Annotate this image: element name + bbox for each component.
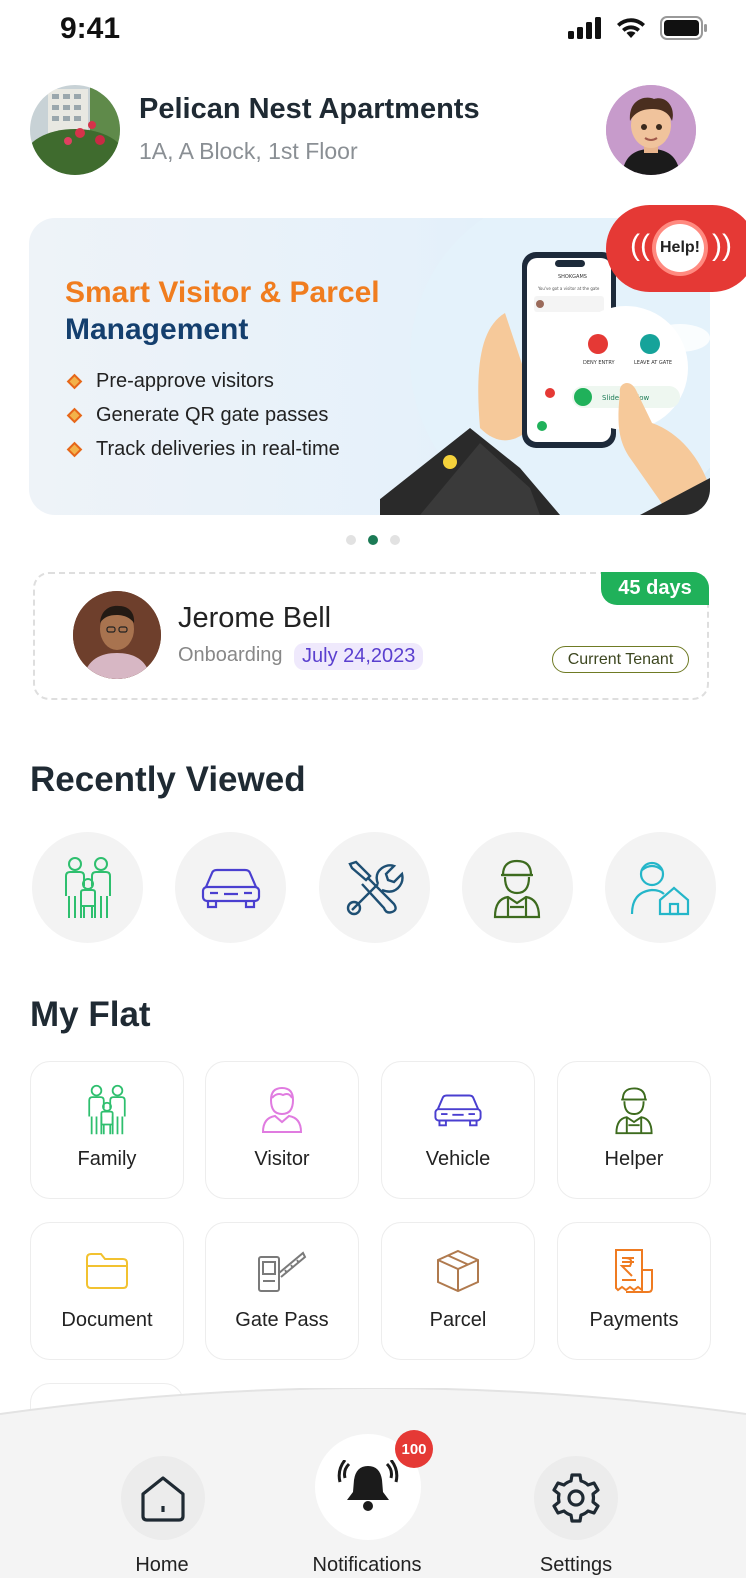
nav-home-button[interactable] [121,1456,205,1540]
family-icon [88,1084,126,1135]
apartment-address: 1A, A Block, 1st Floor [139,138,358,164]
building-photo [30,85,120,175]
tile-gate-pass[interactable]: Gate Pass [205,1222,359,1360]
phone-message: You've got a visitor at the gate [537,286,600,291]
banner-feature: Generate QR gate passes [65,398,340,432]
helper-icon [615,1087,653,1135]
tile-label: Document [61,1309,153,1331]
nav-settings-button[interactable] [534,1456,618,1540]
car-icon [201,868,260,908]
tile-label: Visitor [254,1148,310,1170]
recently-viewed-title: Recently Viewed [30,760,306,799]
folder-icon [86,1253,128,1289]
tenant-onboarding-label: Onboarding [178,644,283,666]
phone-brand: SHOKGAMS [558,274,587,280]
receipt-icon [615,1249,653,1293]
tile-helper[interactable]: Helper [557,1061,711,1199]
my-flat-title: My Flat [30,995,151,1034]
pager-dot[interactable] [346,535,356,545]
status-time: 9:41 [60,12,121,45]
tenant-days-badge: 45 days [601,572,709,605]
gate-icon [258,1251,307,1292]
recent-item-maintenance[interactable] [318,832,430,943]
family-icon [64,856,111,918]
diamond-bullet-icon [66,373,83,389]
header: Pelican Nest Apartments 1A, A Block, 1st… [30,85,696,177]
diamond-bullet-icon [66,441,83,457]
banner-feature-list: Pre-approve visitors Generate QR gate pa… [65,364,340,466]
status-icons [568,16,708,40]
helper-icon [494,859,541,918]
help-label: Help! [656,224,704,272]
signal-wave-right-icon: )) [712,229,732,262]
recent-item-vehicle[interactable] [175,832,287,943]
nav-settings-label: Settings [539,1554,613,1576]
tile-label: Gate Pass [235,1309,329,1331]
banner-feature: Track deliveries in real-time [65,432,340,466]
notifications-badge: 100 [395,1430,433,1468]
help-sos-button[interactable]: (( Help! )) [606,205,746,292]
recently-viewed-list [32,832,716,943]
recent-item-owner[interactable] [605,832,716,943]
status-bar: 9:41 [0,0,746,60]
tile-label: Helper [604,1148,664,1170]
parcel-icon [437,1249,479,1293]
home-icon [141,1476,185,1522]
bottom-navigation: Home 100 Notifications Settings [0,1388,746,1578]
tile-visitor[interactable]: Visitor [205,1061,359,1199]
signal-icon [568,17,601,39]
tenant-photo [73,591,161,679]
visitor-icon [261,1086,303,1133]
tile-document[interactable]: Document [30,1222,184,1360]
tile-label: Parcel [429,1309,487,1331]
phone-leave-label: LEAVE AT GATE [634,360,672,366]
tenant-name: Jerome Bell [178,602,332,634]
tile-parcel[interactable]: Parcel [381,1222,535,1360]
pager-dot[interactable] [390,535,400,545]
battery-icon [660,16,707,40]
wifi-icon [617,18,645,38]
banner-pager [0,535,746,545]
tile-payments[interactable]: Payments [557,1222,711,1360]
tenant-card[interactable]: Jerome Bell Onboarding July 24,2023 45 d… [33,572,709,700]
gear-icon [552,1473,600,1523]
phone-deny-label: DENY ENTRY [583,360,616,366]
tile-label: Vehicle [425,1148,491,1170]
tile-label: Family [77,1148,137,1170]
nav-notifications-label: Notifications [312,1554,422,1576]
diamond-bullet-icon [66,407,83,423]
tenant-onboarding-date: July 24,2023 [294,643,424,670]
bell-icon [337,1460,399,1511]
banner-title-line2: Management [65,313,249,346]
recent-item-helper[interactable] [461,832,573,943]
tile-family[interactable]: Family [30,1061,184,1199]
home-owner-icon [630,861,689,915]
profile-avatar[interactable] [606,85,696,175]
tenant-status-badge: Current Tenant [552,646,689,673]
apartment-name: Pelican Nest Apartments [139,93,480,125]
recent-item-family[interactable] [32,832,143,943]
pager-dot-active[interactable] [368,535,378,545]
car-icon [434,1094,482,1127]
tile-label: Payments [589,1309,679,1331]
tile-vehicle[interactable]: Vehicle [381,1061,535,1199]
banner-title-line1: Smart Visitor & Parcel [65,276,380,309]
signal-wave-left-icon: (( [630,229,650,262]
banner-feature: Pre-approve visitors [65,364,340,398]
tools-icon [346,860,404,915]
nav-home-label: Home [135,1554,189,1576]
